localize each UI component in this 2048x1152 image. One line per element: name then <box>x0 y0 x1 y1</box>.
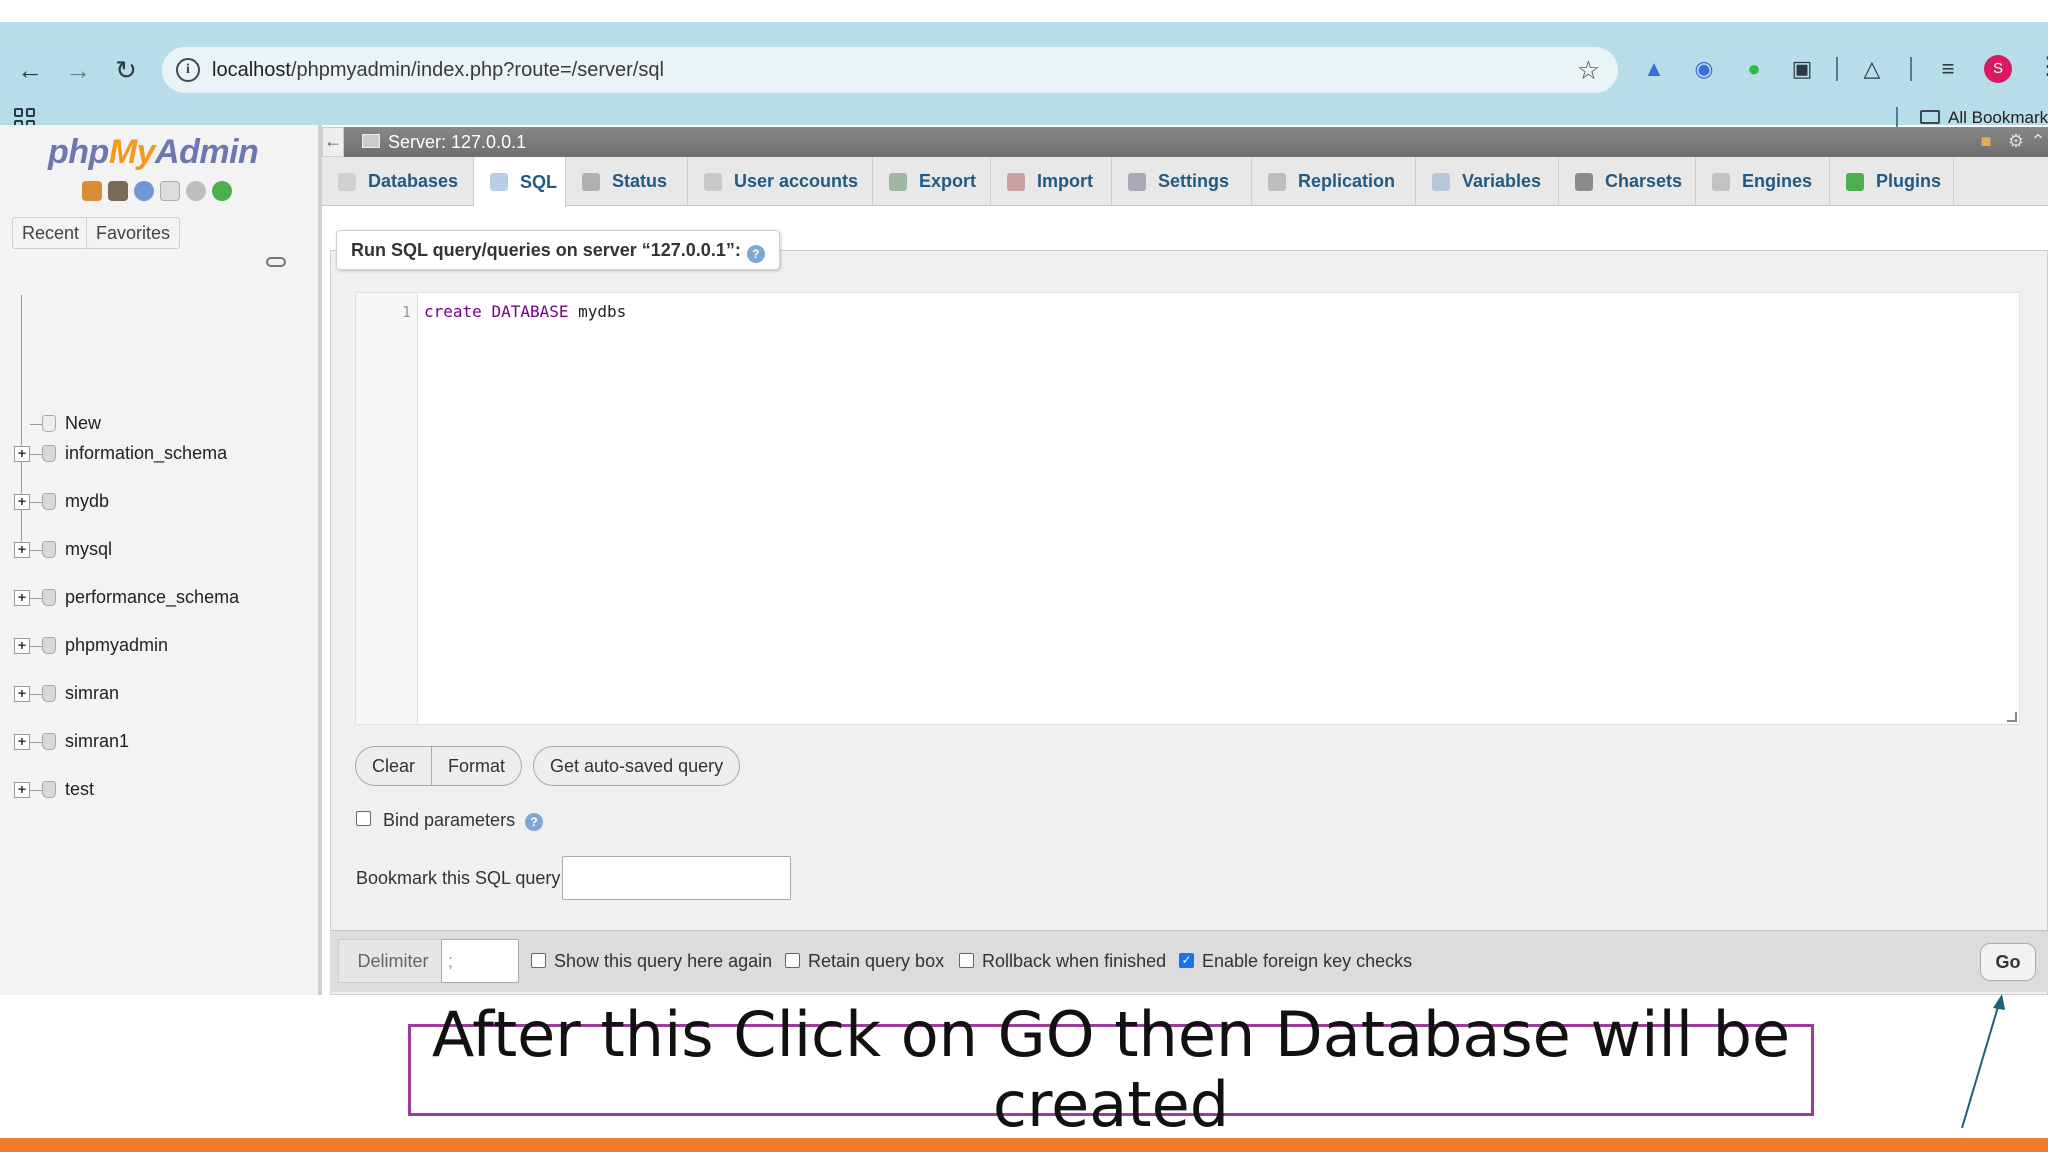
annotation-arrow <box>1961 994 2005 1129</box>
arrow-line <box>1961 999 2001 1129</box>
footer-accent-line <box>0 1138 2048 1152</box>
arrow-head <box>1993 994 2005 1010</box>
